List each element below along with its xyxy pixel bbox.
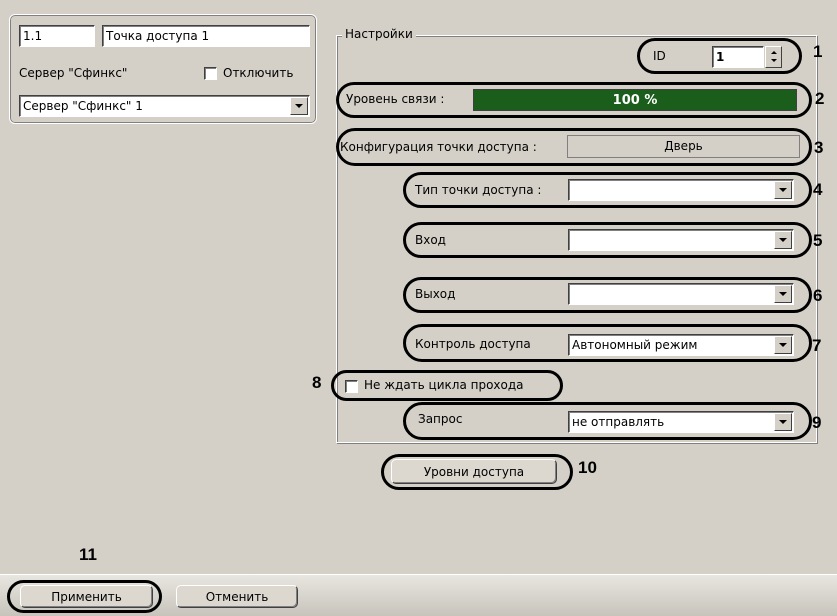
no-wait-checkbox[interactable] — [345, 380, 358, 393]
callout-10: 10 — [578, 458, 597, 477]
callout-3: 3 — [814, 138, 824, 157]
no-wait-label: Не ждать цикла прохода — [364, 378, 524, 392]
server-select[interactable]: Сервер "Сфинкс" 1 — [19, 95, 310, 117]
server-select-value: Сервер "Сфинкс" 1 — [23, 99, 143, 113]
link-level-bar: 100 % — [473, 89, 797, 111]
request-label: Запрос — [418, 412, 463, 426]
apply-button[interactable]: Применить — [20, 585, 153, 608]
callout-7: 7 — [812, 336, 822, 355]
config-label: Конфигурация точки доступа : — [340, 140, 537, 154]
access-levels-button[interactable]: Уровни доступа — [391, 459, 557, 484]
callout-5: 5 — [813, 231, 823, 250]
callout-6: 6 — [813, 286, 823, 305]
id-label: ID — [653, 49, 666, 63]
control-select-value: Автономный режим — [572, 338, 698, 352]
cancel-button[interactable]: Отменить — [176, 585, 298, 608]
disable-checkbox[interactable] — [204, 67, 217, 80]
object-name-field[interactable]: Точка доступа 1 — [102, 25, 310, 47]
callout-4: 4 — [813, 180, 823, 199]
object-number-field[interactable]: 1.1 — [19, 25, 95, 47]
input-label: Вход — [415, 233, 446, 247]
request-select-value: не отправлять — [572, 415, 665, 429]
link-level-fill: 100 % — [474, 90, 796, 110]
settings-title: Настройки — [342, 27, 416, 41]
callout-11: 11 — [79, 545, 97, 564]
disable-label: Отключить — [223, 66, 294, 80]
chevron-down-icon[interactable] — [774, 336, 792, 354]
input-select[interactable] — [568, 229, 794, 251]
chevron-down-icon[interactable] — [774, 413, 792, 431]
spin-up-icon[interactable] — [770, 51, 777, 54]
spin-down-icon[interactable] — [770, 59, 777, 62]
control-label: Контроль доступа — [415, 337, 531, 351]
server-label: Сервер "Сфинкс" — [19, 66, 128, 80]
control-select[interactable]: Автономный режим — [568, 334, 794, 356]
chevron-down-icon[interactable] — [290, 97, 308, 115]
chevron-down-icon[interactable] — [774, 231, 792, 249]
output-select[interactable] — [568, 283, 794, 305]
id-field[interactable]: 1 — [712, 46, 764, 68]
id-spinner[interactable] — [765, 46, 782, 68]
type-select[interactable] — [568, 179, 794, 201]
chevron-down-icon[interactable] — [774, 181, 792, 199]
link-level-value: 100 % — [612, 92, 658, 108]
request-select[interactable]: не отправлять — [568, 411, 794, 433]
type-label: Тип точки доступа : — [415, 183, 542, 197]
callout-8: 8 — [312, 373, 322, 392]
callout-2: 2 — [815, 89, 825, 108]
link-level-label: Уровень связи : — [346, 92, 445, 106]
output-label: Выход — [415, 287, 456, 301]
config-value: Дверь — [567, 135, 800, 158]
callout-1: 1 — [813, 42, 823, 61]
callout-9: 9 — [812, 413, 822, 432]
chevron-down-icon[interactable] — [774, 285, 792, 303]
